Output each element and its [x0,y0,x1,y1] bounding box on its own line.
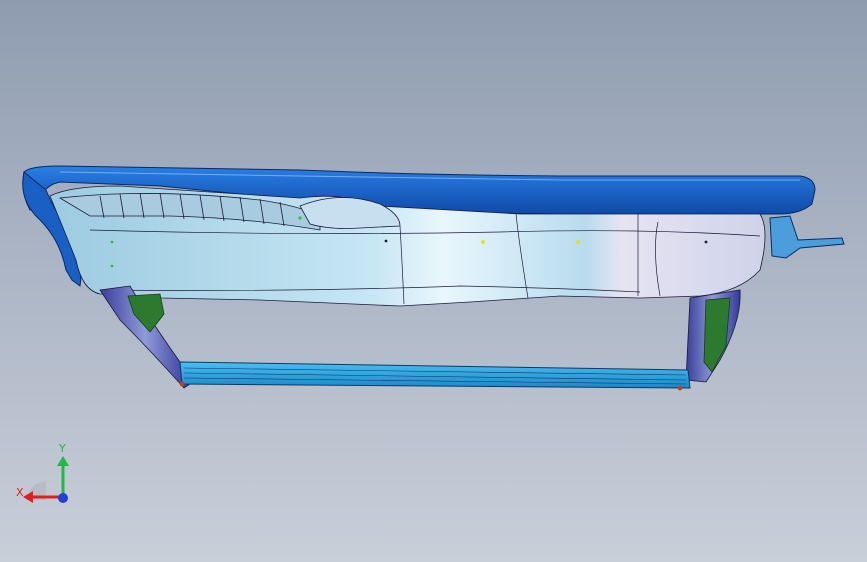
graphics-viewport[interactable]: Y X [0,0,867,562]
z-axis-dot-icon [58,493,68,503]
triad-x-label: X [16,486,24,499]
rail-end-right [677,385,683,391]
x-arrow-icon [23,491,33,503]
coordinate-triad [23,456,69,503]
door-bottom-rail [179,361,691,389]
triad-y-label: Y [59,442,66,455]
door-hinge-bracket [769,215,845,259]
door-assembly-model[interactable] [0,0,867,562]
rail-end-left [179,381,185,387]
y-arrow-icon [57,456,69,466]
door-right-bracket [703,297,731,373]
